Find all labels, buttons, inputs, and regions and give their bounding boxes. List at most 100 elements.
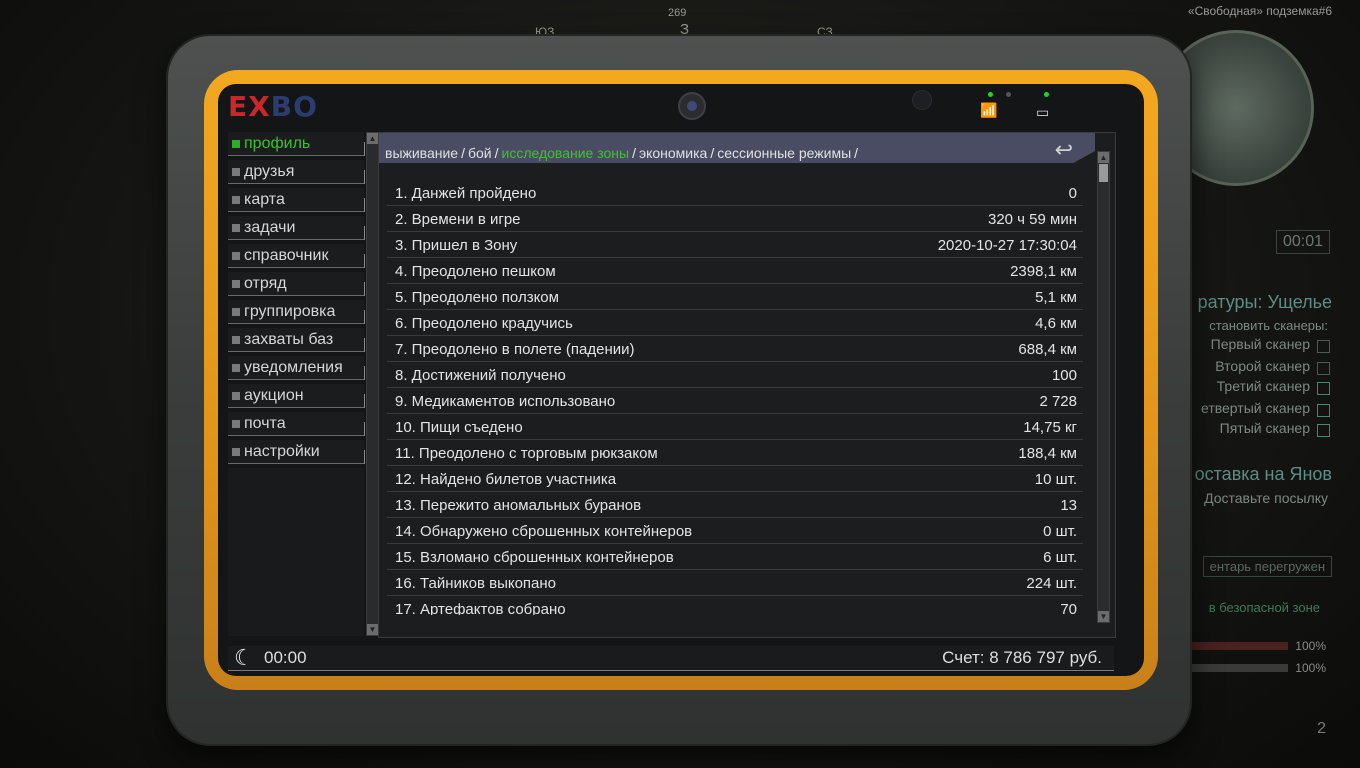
stat-label: 11. Преодолено с торговым рюкзаком bbox=[395, 444, 658, 462]
stat-value: 2398,1 км bbox=[1010, 262, 1077, 280]
stamina-bar bbox=[1188, 664, 1288, 672]
table-row: 6. Преодолено крадучись 4,6 км bbox=[387, 311, 1083, 336]
stat-label: 6. Преодолено крадучись bbox=[395, 314, 573, 332]
antenna-icon: 📶 bbox=[980, 102, 998, 118]
sidebar-item-notifications[interactable]: уведомления bbox=[228, 356, 365, 380]
health-percent: 100% bbox=[1295, 639, 1326, 653]
led-indicator bbox=[1006, 92, 1011, 97]
tab-survival[interactable]: выживание bbox=[385, 145, 458, 161]
table-row: 15. Взломано сброшенных контейнеров 6 шт. bbox=[387, 545, 1083, 570]
stat-value: 14,75 кг bbox=[1023, 418, 1077, 436]
sidebar-item-mail[interactable]: почта bbox=[228, 412, 365, 436]
scroll-up-icon[interactable]: ▲ bbox=[1098, 152, 1109, 163]
table-row: 11. Преодолено с торговым рюкзаком 188,4 … bbox=[387, 441, 1083, 466]
tab-economy[interactable]: экономика bbox=[639, 145, 707, 161]
stat-label: 14. Обнаружено сброшенных контейнеров bbox=[395, 522, 693, 540]
quest-item: Пятый сканер bbox=[1219, 420, 1310, 436]
moon-icon: ☾ bbox=[234, 645, 254, 670]
checkmark-icon bbox=[1317, 424, 1330, 437]
stat-label: 2. Времени в игре bbox=[395, 210, 521, 228]
table-row: 12. Найдено билетов участника 10 шт. bbox=[387, 467, 1083, 492]
stat-value: 2 728 bbox=[1039, 392, 1077, 410]
sidebar-item-auction[interactable]: аукцион bbox=[228, 384, 365, 408]
tab-combat[interactable]: бой bbox=[468, 145, 492, 161]
sidebar-item-friends[interactable]: друзья bbox=[228, 160, 365, 184]
compass-heading: 269 bbox=[668, 7, 687, 19]
sidebar-item-profile[interactable]: профиль bbox=[228, 132, 365, 156]
stat-label: 10. Пищи съедено bbox=[395, 418, 523, 436]
quest-subtitle: становить сканеры: bbox=[1209, 318, 1328, 333]
table-row: 4. Преодолено пешком 2398,1 км bbox=[387, 259, 1083, 284]
quest-item: етвертый сканер bbox=[1201, 400, 1310, 416]
sidebar-item-map[interactable]: карта bbox=[228, 188, 365, 212]
table-row: 7. Преодолено в полете (падении) 688,4 км bbox=[387, 337, 1083, 362]
sidebar-item-base-captures[interactable]: захваты баз bbox=[228, 328, 365, 352]
table-row: 2. Времени в игре 320 ч 59 мин bbox=[387, 207, 1083, 232]
scroll-up-icon[interactable]: ▲ bbox=[367, 133, 378, 144]
battery-icon: ▭ bbox=[1036, 104, 1050, 120]
stat-value: 2020-10-27 17:30:04 bbox=[937, 236, 1077, 254]
stat-label: 9. Медикаментов использовано bbox=[395, 392, 616, 410]
stat-value: 4,6 км bbox=[1035, 314, 1077, 332]
overload-warning: ентарь перегружен bbox=[1202, 556, 1332, 577]
sensor-icon bbox=[912, 90, 932, 110]
location-label: «Свободная» подземка#6 bbox=[1187, 4, 1332, 18]
sidebar-item-tasks[interactable]: задачи bbox=[228, 216, 365, 240]
sidebar-item-faction[interactable]: группировка bbox=[228, 300, 365, 324]
stat-value: 0 bbox=[1068, 184, 1077, 202]
table-row: 13. Пережито аномальных буранов 13 bbox=[387, 493, 1083, 518]
hud-timer: 00:01 bbox=[1275, 230, 1330, 254]
tab-session-modes[interactable]: сессионные режимы bbox=[717, 145, 851, 161]
slot-counter: 2 bbox=[1317, 720, 1326, 737]
quest-item: Второй сканер bbox=[1215, 358, 1310, 374]
back-arrow-icon[interactable]: ↩ bbox=[1055, 137, 1073, 163]
account-balance: Счет: 8 786 797 руб. bbox=[942, 648, 1102, 667]
stat-label: 3. Пришел в Зону bbox=[395, 236, 518, 254]
table-row: 5. Преодолено ползком 5,1 км bbox=[387, 285, 1083, 310]
pda-sidebar: профиль друзья карта задачи справочник о… bbox=[228, 132, 365, 636]
sidebar-item-squad[interactable]: отряд bbox=[228, 272, 365, 296]
breadcrumb: выживание / бой / исследование зоны / экономик… bbox=[379, 133, 1095, 163]
sidebar-item-reference[interactable]: справочник bbox=[228, 244, 365, 268]
compass: 269 З ЮЗ СЗ bbox=[480, 0, 900, 40]
pda-footer: ☾ 00:00 Счет: 8 786 797 руб. bbox=[228, 646, 1114, 671]
bullet-icon bbox=[232, 448, 240, 456]
bullet-icon bbox=[232, 364, 240, 372]
tab-zone-exploration[interactable]: исследование зоны bbox=[502, 145, 630, 161]
scroll-down-icon[interactable]: ▼ bbox=[1098, 611, 1109, 622]
checkmark-icon bbox=[1317, 382, 1330, 395]
scroll-thumb[interactable] bbox=[1099, 164, 1108, 182]
stats-scrollbar[interactable]: ▲ ▼ bbox=[1097, 151, 1110, 623]
stamina-percent: 100% bbox=[1295, 661, 1326, 675]
checkbox-icon bbox=[1317, 340, 1330, 353]
scroll-down-icon[interactable]: ▼ bbox=[367, 624, 378, 635]
bullet-icon bbox=[232, 140, 240, 148]
quest2-subtitle: Доставьте посылку bbox=[1204, 490, 1328, 506]
game-clock: 00:00 bbox=[264, 648, 307, 667]
stats-list: 1. Данжей пройдено 0 2. Времени в игре 320… bbox=[387, 181, 1083, 615]
bullet-icon bbox=[232, 168, 240, 176]
exbo-logo: EXBO bbox=[228, 90, 318, 123]
led-indicator bbox=[988, 92, 993, 97]
stat-label: 17. Артефактов собрано bbox=[395, 600, 566, 616]
bullet-icon bbox=[232, 196, 240, 204]
stat-label: 16. Тайников выкопано bbox=[395, 574, 557, 592]
quest-item: Первый сканер bbox=[1210, 336, 1310, 352]
pda-screen: EXBO 📶 ▭ профиль друзья карта задачи спр… bbox=[218, 84, 1144, 676]
sidebar-item-settings[interactable]: настройки bbox=[228, 440, 365, 464]
stat-value: 6 шт. bbox=[1043, 548, 1077, 566]
stat-label: 15. Взломано сброшенных контейнеров bbox=[395, 548, 674, 566]
stat-value: 320 ч 59 мин bbox=[987, 210, 1077, 228]
hud-right-panel: «Свободная» подземка#6 00:01 ратуры: Уще… bbox=[1158, 0, 1360, 768]
stat-value: 0 шт. bbox=[1043, 522, 1077, 540]
led-indicator bbox=[1044, 92, 1049, 97]
pda-bezel: EXBO 📶 ▭ профиль друзья карта задачи спр… bbox=[204, 70, 1158, 690]
quest-title: ратуры: Ущелье bbox=[1197, 292, 1332, 312]
stat-label: 8. Достижений получено bbox=[395, 366, 566, 384]
table-row: 9. Медикаментов использовано 2 728 bbox=[387, 389, 1083, 414]
stat-label: 12. Найдено билетов участника bbox=[395, 470, 617, 488]
quest-item: Третий сканер bbox=[1216, 378, 1310, 394]
stat-value: 224 шт. bbox=[1026, 574, 1077, 592]
stat-label: 13. Пережито аномальных буранов bbox=[395, 496, 642, 514]
health-bar bbox=[1188, 642, 1288, 650]
